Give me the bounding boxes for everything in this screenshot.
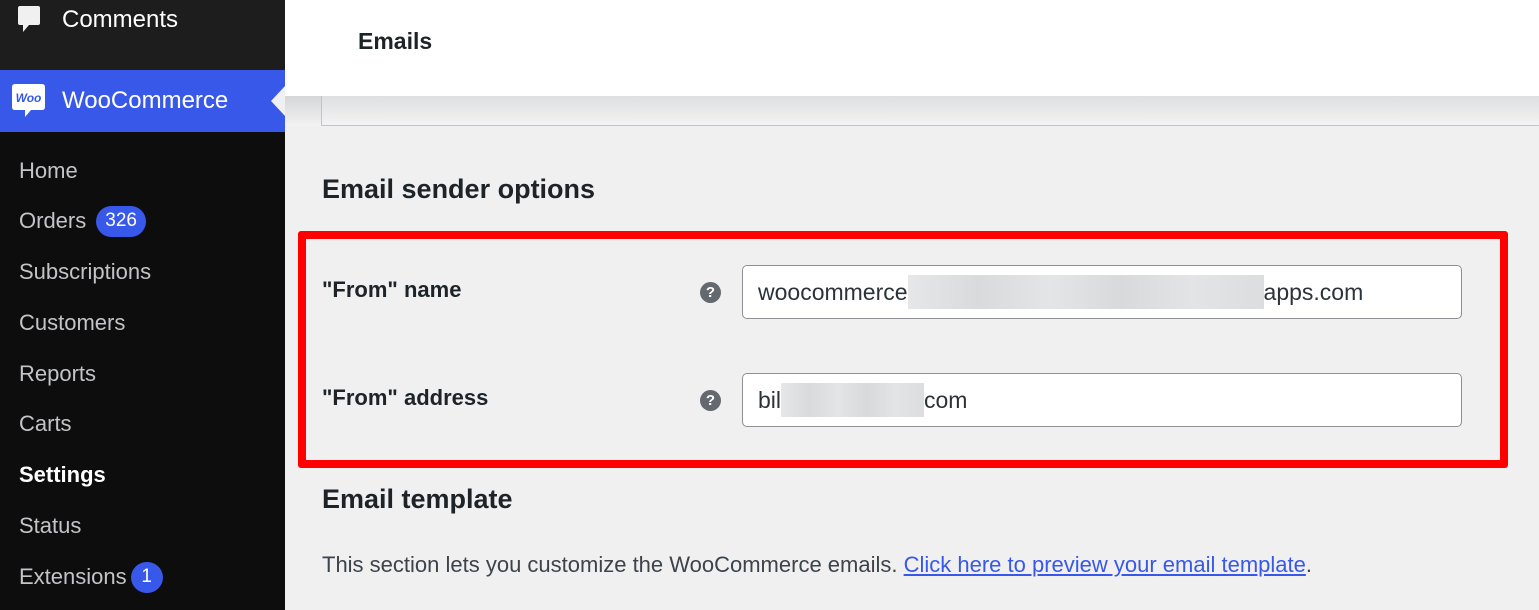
sidebar-item-label: Status — [19, 513, 82, 538]
from-address-input[interactable]: bil com — [742, 373, 1462, 427]
sidebar-item-label: Home — [19, 158, 78, 183]
sidebar-item-carts[interactable]: Carts — [19, 404, 72, 444]
description-text: This section lets you customize the WooC… — [322, 552, 904, 577]
sidebar-item-comments[interactable]: Comments — [0, 0, 285, 42]
sidebar-item-label: Comments — [62, 6, 179, 33]
sidebar-item-label: Subscriptions — [19, 259, 152, 284]
email-template-description: This section lets you customize the WooC… — [322, 552, 1312, 578]
input-value-prefix: bil — [758, 386, 782, 413]
orders-count-badge: 326 — [96, 205, 146, 237]
preview-email-template-link[interactable]: Click here to preview your email templat… — [904, 552, 1306, 577]
sidebar-item-orders[interactable]: Orders 326 — [19, 201, 146, 241]
from-name-label: "From" name — [322, 277, 462, 302]
sidebar-item-label: Settings — [19, 462, 106, 487]
sidebar-item-woocommerce[interactable]: Woo WooCommerce — [0, 70, 285, 132]
page-header: Emails — [285, 0, 1539, 96]
help-tip-icon[interactable]: ? — [700, 282, 721, 303]
redacted-blur — [907, 275, 1264, 309]
page-title: Emails — [358, 28, 433, 54]
email-sender-options-heading: Email sender options — [322, 174, 596, 204]
from-address-label: "From" address — [322, 385, 489, 410]
sidebar-item-customers[interactable]: Customers — [19, 303, 125, 343]
sidebar-item-settings[interactable]: Settings — [19, 455, 106, 495]
extensions-count-badge: 1 — [130, 561, 163, 593]
admin-sidebar: Comments Woo WooCommerce Home Orders 326… — [0, 0, 285, 610]
description-trailing: . — [1305, 552, 1312, 577]
sidebar-item-label: Customers — [19, 310, 126, 335]
redacted-blur — [781, 383, 925, 417]
woocommerce-logo-icon: Woo — [12, 84, 45, 117]
sidebar-item-label: Carts — [19, 411, 72, 436]
input-value-suffix: com — [924, 386, 968, 413]
sidebar-item-label: Extensions — [19, 564, 127, 589]
help-tip-icon[interactable]: ? — [700, 390, 721, 411]
sidebar-item-subscriptions[interactable]: Subscriptions — [19, 252, 151, 292]
sidebar-item-reports[interactable]: Reports — [19, 354, 96, 394]
email-template-heading: Email template — [322, 484, 513, 514]
sidebar-item-home[interactable]: Home — [19, 151, 78, 191]
sidebar-item-status[interactable]: Status — [19, 506, 81, 546]
current-menu-arrow — [271, 86, 285, 116]
input-value-suffix: apps.com — [1263, 278, 1364, 305]
sidebar-item-label: Reports — [19, 361, 97, 386]
sidebar-item-label: WooCommerce — [62, 87, 229, 114]
from-name-input[interactable]: woocommerce apps.com — [742, 265, 1462, 319]
sidebar-item-extensions[interactable]: Extensions 1 — [19, 557, 163, 597]
sidebar-item-label: Orders — [19, 208, 87, 233]
comment-bubble-icon — [18, 6, 40, 32]
svg-text:Woo: Woo — [16, 91, 42, 105]
input-value-prefix: woocommerce — [758, 278, 908, 305]
settings-panel-edge — [321, 96, 1539, 126]
